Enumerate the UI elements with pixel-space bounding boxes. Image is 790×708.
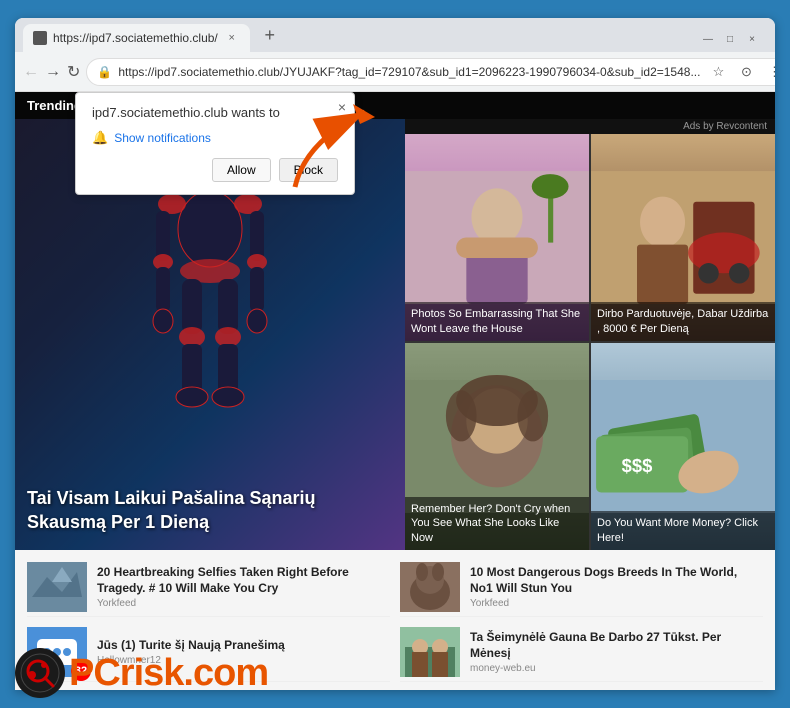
page-content: × ipd7.sociatemethio.club wants to 🔔 Sho… [15, 92, 775, 690]
lock-icon: 🔒 [97, 65, 112, 79]
popup-notification-row: 🔔 Show notifications [92, 130, 338, 146]
tab-bar: https://ipd7.sociatemethio.club/ × + — □… [15, 18, 775, 52]
ad-caption-4: Do You Want More Money? Click Here! [591, 511, 775, 550]
minimize-button[interactable]: — [701, 32, 715, 46]
watermark-icon [15, 648, 65, 698]
ads-grid: Photos So Embarrassing That She Wont Lea… [405, 134, 775, 550]
bottom-title-1: 20 Heartbreaking Selfies Taken Right Bef… [97, 565, 390, 596]
back-button[interactable]: ← [23, 58, 39, 86]
trending-label: Trending [27, 98, 82, 113]
bottom-item-4[interactable]: Ta Šeimynėlė Gauna Be Darbo 27 Tūkst. Pe… [400, 623, 763, 682]
new-tab-button[interactable]: + [256, 21, 284, 49]
window-controls: — □ × [701, 32, 759, 46]
svg-text:$$$: $$$ [622, 455, 653, 476]
menu-button[interactable]: ⋮ [762, 60, 775, 84]
close-window-button[interactable]: × [745, 32, 759, 46]
bottom-thumb-1 [27, 562, 87, 612]
forward-button[interactable]: → [45, 58, 61, 86]
active-tab[interactable]: https://ipd7.sociatemethio.club/ × [23, 24, 250, 52]
watermark-risk: risk.com [120, 652, 268, 694]
url-text: https://ipd7.sociatemethio.club/JYUJAKF?… [118, 65, 700, 79]
ads-label: Ads by Revcontent [405, 119, 775, 134]
notification-popup: × ipd7.sociatemethio.club wants to 🔔 Sho… [75, 92, 355, 195]
block-button[interactable]: Block [279, 158, 338, 182]
popup-buttons: Allow Block [92, 158, 338, 182]
maximize-button[interactable]: □ [723, 32, 737, 46]
bottom-item-1[interactable]: 20 Heartbreaking Selfies Taken Right Bef… [27, 558, 390, 617]
account-button[interactable]: ⊙ [734, 60, 758, 84]
popup-close-button[interactable]: × [338, 99, 346, 115]
right-content: Ads by Revcontent [405, 119, 775, 550]
url-actions: ☆ ⊙ ⋮ [706, 60, 775, 84]
watermark-pc: PC [69, 652, 120, 694]
bottom-title-3: 10 Most Dangerous Dogs Breeds In The Wor… [470, 565, 763, 596]
bottom-info-1: 20 Heartbreaking Selfies Taken Right Bef… [97, 565, 390, 609]
hero-text: Tai Visam Laikui Pašalina Sąnarių Skausm… [27, 487, 393, 534]
ad-caption-2: Dirbo Parduotuvėje, Dabar Uždirba , 8000… [591, 302, 775, 341]
bottom-thumb-3 [400, 562, 460, 612]
show-notifications-link[interactable]: Show notifications [114, 131, 211, 145]
allow-button[interactable]: Allow [212, 158, 271, 182]
ad-item-1[interactable]: Photos So Embarrassing That She Wont Lea… [405, 134, 589, 341]
popup-title: ipd7.sociatemethio.club wants to [92, 105, 338, 120]
tab-favicon [33, 31, 47, 45]
ad-item-3[interactable]: Remember Her? Don't Cry when You See Wha… [405, 343, 589, 550]
bottom-title-4: Ta Šeimynėlė Gauna Be Darbo 27 Tūkst. Pe… [470, 630, 763, 661]
bottom-source-3: Yorkfeed [470, 598, 763, 609]
star-button[interactable]: ☆ [706, 60, 730, 84]
bell-icon: 🔔 [92, 130, 108, 146]
watermark-text: PCrisk.com [69, 652, 268, 695]
tab-title: https://ipd7.sociatemethio.club/ [53, 31, 218, 45]
bottom-thumb-4 [400, 627, 460, 677]
address-bar: ← → ↻ 🔒 https://ipd7.sociatemethio.club/… [15, 52, 775, 92]
bottom-source-1: Yorkfeed [97, 598, 390, 609]
bottom-info-4: Ta Šeimynėlė Gauna Be Darbo 27 Tūkst. Pe… [470, 630, 763, 674]
bottom-source-4: money-web.eu [470, 663, 763, 674]
bottom-item-3[interactable]: 10 Most Dangerous Dogs Breeds In The Wor… [400, 558, 763, 617]
ad-item-4[interactable]: $$$ Do You Want More Money? Click Here! [591, 343, 775, 550]
watermark: PCrisk.com [15, 648, 268, 698]
hero-title: Tai Visam Laikui Pašalina Sąnarių Skausm… [27, 487, 393, 534]
tab-close-button[interactable]: × [224, 30, 240, 46]
ad-caption-1: Photos So Embarrassing That She Wont Lea… [405, 302, 589, 341]
ad-item-2[interactable]: Dirbo Parduotuvėje, Dabar Uždirba , 8000… [591, 134, 775, 341]
bottom-info-3: 10 Most Dangerous Dogs Breeds In The Wor… [470, 565, 763, 609]
refresh-button[interactable]: ↻ [67, 58, 80, 86]
ad-caption-3: Remember Her? Don't Cry when You See Wha… [405, 497, 589, 550]
url-bar[interactable]: 🔒 https://ipd7.sociatemethio.club/JYUJAK… [86, 58, 775, 86]
